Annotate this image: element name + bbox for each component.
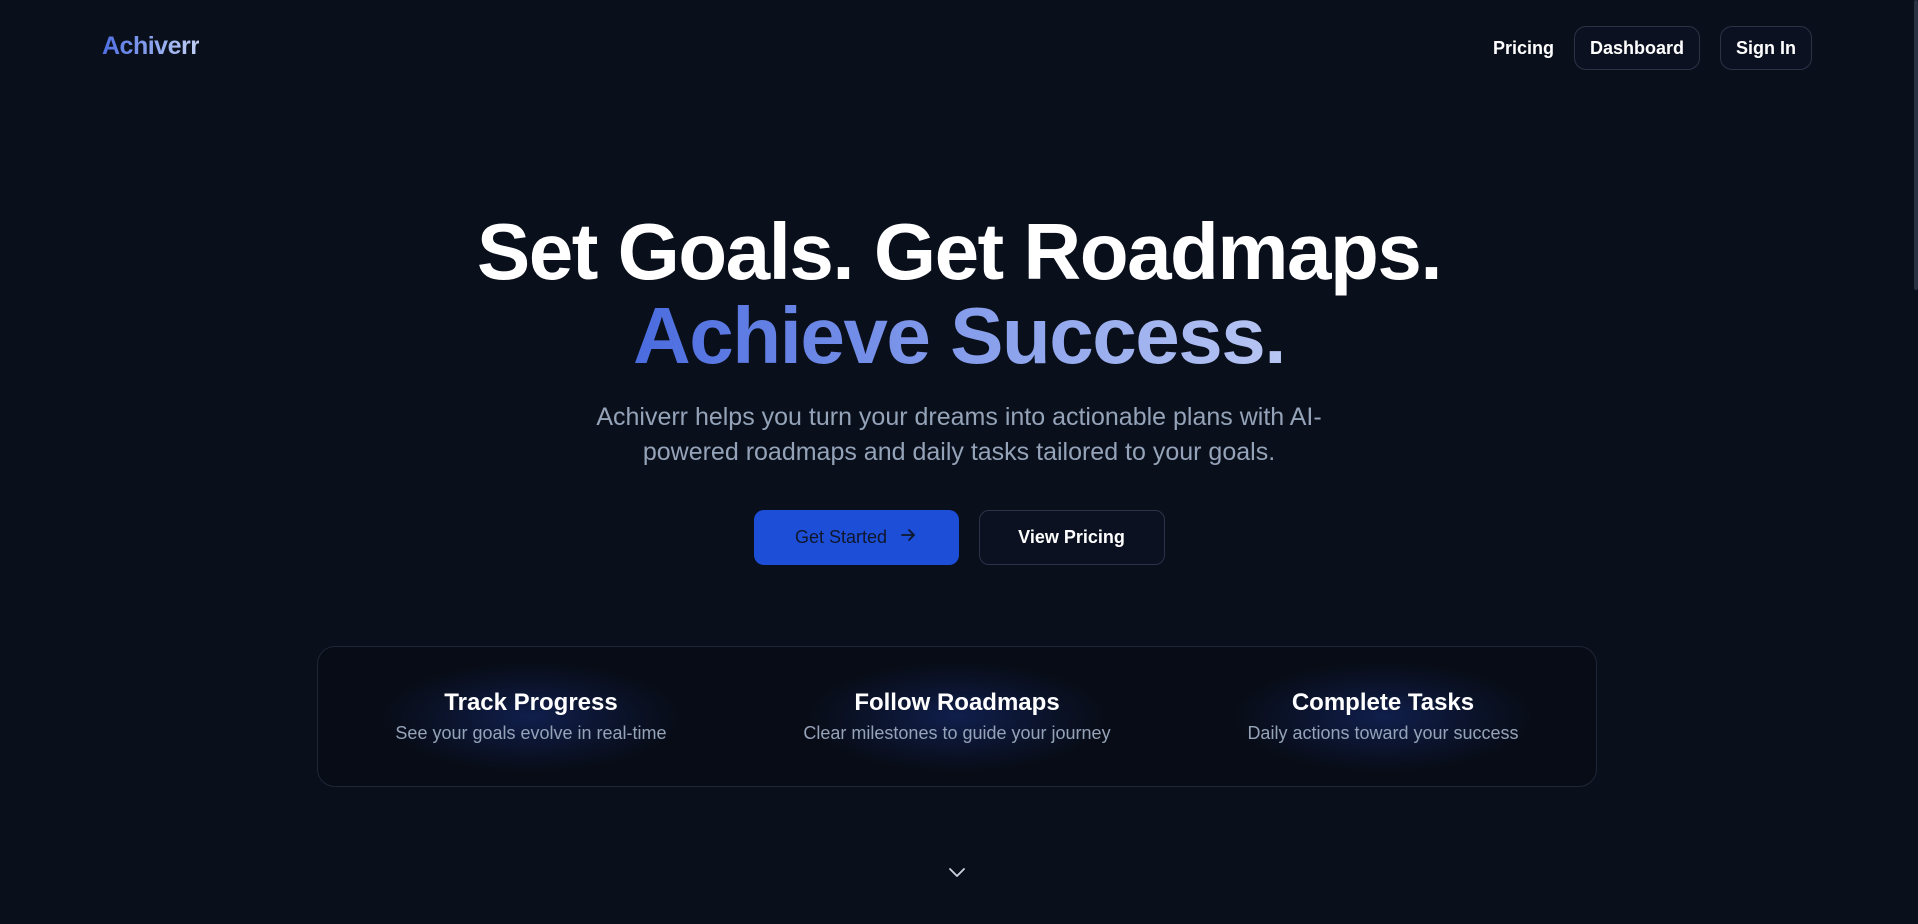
dashboard-button[interactable]: Dashboard — [1573, 26, 1700, 70]
hero-subtitle: Achiverr helps you turn your dreams into… — [596, 403, 1322, 466]
get-started-label: Get Started — [794, 527, 888, 547]
hero-headline-accent: Achieve Success. — [633, 291, 1286, 380]
arrow-right-icon — [899, 526, 917, 549]
feature-complete-tasks: Complete Tasks Daily actions toward your… — [1170, 647, 1596, 786]
page-scrollbar[interactable] — [1914, 0, 1918, 290]
top-nav: Achiverr Pricing Dashboard Sign In — [0, 0, 1918, 98]
feature-description: Daily actions toward your success — [1247, 722, 1519, 743]
logo[interactable]: Achiverr — [102, 32, 200, 61]
get-started-button[interactable]: Get Started — [753, 510, 959, 565]
sign-in-button[interactable]: Sign In — [1720, 26, 1812, 70]
feature-title: Track Progress — [444, 688, 618, 716]
landing-page: Achiverr Pricing Dashboard Sign In Set G… — [0, 0, 1918, 924]
feature-follow-roadmaps: Follow Roadmaps Clear milestones to guid… — [744, 647, 1170, 786]
nav-links: Pricing Dashboard Sign In — [1493, 26, 1812, 70]
feature-description: See your goals evolve in real-time — [395, 722, 667, 743]
nav-link-pricing[interactable]: Pricing — [1493, 38, 1554, 59]
view-pricing-button[interactable]: View Pricing — [978, 510, 1165, 565]
feature-title: Follow Roadmaps — [854, 688, 1060, 716]
features-panel: Track Progress See your goals evolve in … — [317, 646, 1597, 787]
feature-description: Clear milestones to guide your journey — [803, 722, 1111, 743]
hero-section: Set Goals. Get Roadmaps. Achieve Success… — [0, 210, 1918, 565]
hero-headline: Set Goals. Get Roadmaps. Achieve Success… — [0, 210, 1918, 378]
cta-row: Get Started View Pricing — [0, 510, 1918, 565]
feature-track-progress: Track Progress See your goals evolve in … — [318, 647, 744, 786]
feature-title: Complete Tasks — [1291, 688, 1475, 716]
hero-headline-line1: Set Goals. Get Roadmaps. — [476, 207, 1443, 296]
chevron-down-icon[interactable] — [947, 862, 967, 882]
